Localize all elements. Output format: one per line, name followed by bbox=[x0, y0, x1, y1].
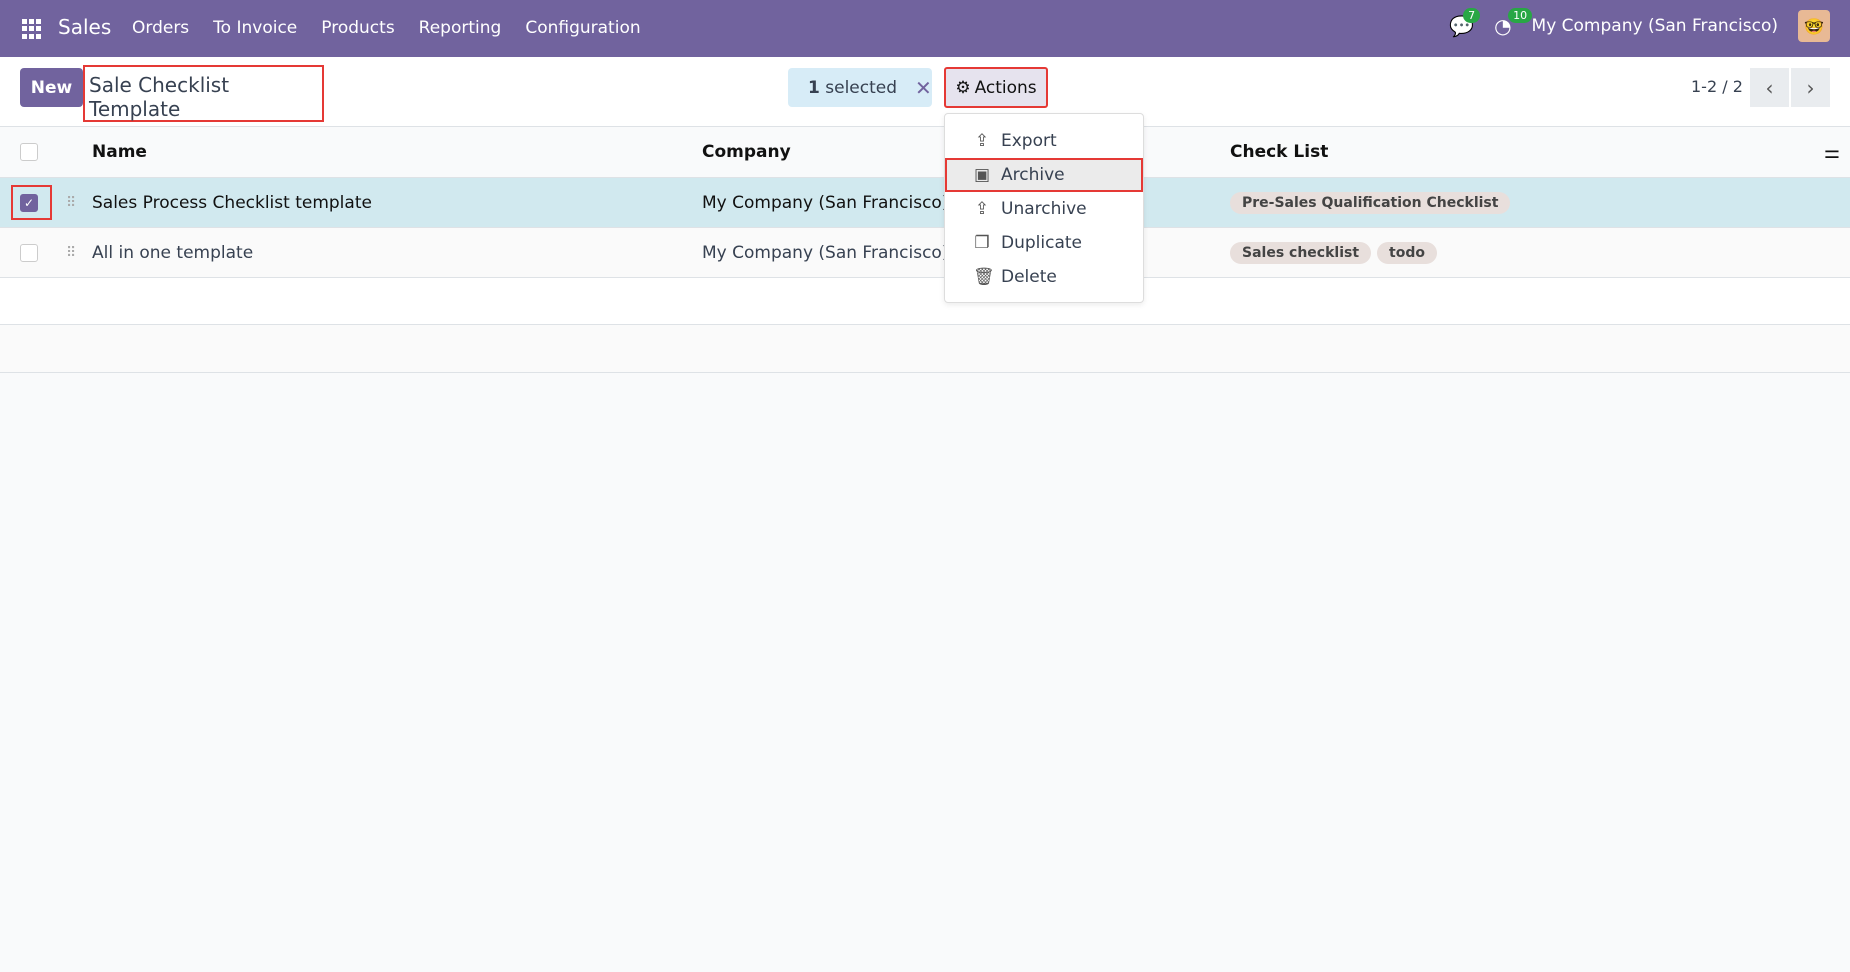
messages-icon[interactable]: 💬 7 bbox=[1449, 8, 1481, 38]
drag-handle-icon[interactable]: ⠿ bbox=[66, 195, 76, 211]
row-company: My Company (San Francisco) bbox=[702, 192, 949, 213]
row-name: All in one template bbox=[92, 242, 254, 263]
user-avatar[interactable]: 🤓 bbox=[1798, 10, 1830, 42]
table-row[interactable]: ✓ ⠿ Sales Process Checklist template My … bbox=[0, 178, 1850, 228]
list-table: Name Company Check List ⚌ ✓ ⠿ Sales Proc… bbox=[0, 127, 1850, 373]
apps-menu-icon[interactable] bbox=[22, 19, 42, 39]
selected-label: selected bbox=[825, 77, 898, 98]
select-all-checkbox[interactable] bbox=[20, 143, 38, 161]
row-name: Sales Process Checklist template bbox=[92, 192, 372, 213]
pager-value[interactable]: 1-2 / 2 bbox=[1691, 77, 1743, 96]
actions-label: Actions bbox=[974, 77, 1037, 98]
actions-button[interactable]: ⚙ Actions bbox=[944, 67, 1048, 108]
action-label: Archive bbox=[1001, 165, 1065, 185]
empty-row bbox=[0, 325, 1850, 373]
upload-icon: ⇪ bbox=[974, 131, 990, 151]
column-header-name[interactable]: Name bbox=[92, 142, 147, 162]
inbox-icon: ▣ bbox=[973, 165, 991, 185]
new-button[interactable]: New bbox=[20, 68, 83, 107]
action-label: Duplicate bbox=[1001, 233, 1082, 253]
menu-to-invoice[interactable]: To Invoice bbox=[213, 18, 297, 38]
app-name[interactable]: Sales bbox=[58, 15, 111, 39]
clear-selection-icon[interactable]: ✕ bbox=[915, 76, 932, 100]
action-delete[interactable]: 🗑 Delete bbox=[945, 260, 1143, 294]
menu-products[interactable]: Products bbox=[321, 18, 394, 38]
gear-icon: ⚙ bbox=[955, 77, 971, 98]
action-export[interactable]: ⇪ Export bbox=[945, 124, 1143, 158]
drag-handle-icon[interactable]: ⠿ bbox=[66, 245, 76, 261]
optional-columns-icon[interactable]: ⚌ bbox=[1824, 142, 1840, 163]
pager-previous-button[interactable]: ‹ bbox=[1750, 68, 1789, 107]
action-label: Unarchive bbox=[1001, 199, 1087, 219]
menu-reporting[interactable]: Reporting bbox=[419, 18, 502, 38]
checklist-tag: Sales checklist bbox=[1230, 241, 1372, 264]
row-checkbox[interactable]: ✓ bbox=[20, 193, 38, 212]
empty-row bbox=[0, 278, 1850, 325]
row-checkbox[interactable] bbox=[20, 243, 38, 262]
column-header-check-list[interactable]: Check List bbox=[1230, 142, 1328, 162]
pager-next-button[interactable]: › bbox=[1791, 68, 1830, 107]
action-label: Export bbox=[1001, 131, 1057, 151]
action-archive[interactable]: ▣ Archive bbox=[945, 158, 1143, 192]
table-row[interactable]: ⠿ All in one template My Company (San Fr… bbox=[0, 228, 1850, 278]
checklist-tag: todo bbox=[1377, 241, 1437, 264]
trash-icon: 🗑 bbox=[973, 267, 995, 287]
page-title: Sale Checklist Template bbox=[83, 65, 324, 122]
action-duplicate[interactable]: ❐ Duplicate bbox=[945, 226, 1143, 260]
menu-configuration[interactable]: Configuration bbox=[525, 18, 640, 38]
top-navbar: Sales Orders To Invoice Products Reporti… bbox=[0, 0, 1850, 57]
actions-dropdown: ⇪ Export ▣ Archive ⇪ Unarchive ❐ Duplicate 🗑… bbox=[944, 113, 1144, 303]
menu-orders[interactable]: Orders bbox=[132, 18, 189, 38]
selection-indicator: 1 selected ✕ bbox=[788, 68, 932, 107]
selected-count: 1 bbox=[808, 77, 820, 98]
column-header-company[interactable]: Company bbox=[702, 142, 791, 162]
action-label: Delete bbox=[1001, 267, 1057, 287]
row-company: My Company (San Francisco) bbox=[702, 242, 949, 263]
messages-badge: 7 bbox=[1463, 8, 1481, 23]
activities-icon[interactable]: ◔ 10 bbox=[1494, 8, 1533, 38]
company-switcher[interactable]: My Company (San Francisco) bbox=[1532, 16, 1778, 36]
activities-badge: 10 bbox=[1508, 8, 1533, 23]
action-unarchive[interactable]: ⇪ Unarchive bbox=[945, 192, 1143, 226]
control-panel: New Sale Checklist Template 1 selected ✕… bbox=[0, 57, 1850, 127]
table-header: Name Company Check List ⚌ bbox=[0, 127, 1850, 178]
copy-icon: ❐ bbox=[974, 233, 990, 253]
unarchive-icon: ⇪ bbox=[974, 199, 990, 219]
checklist-tag: Pre-Sales Qualification Checklist bbox=[1230, 191, 1511, 214]
